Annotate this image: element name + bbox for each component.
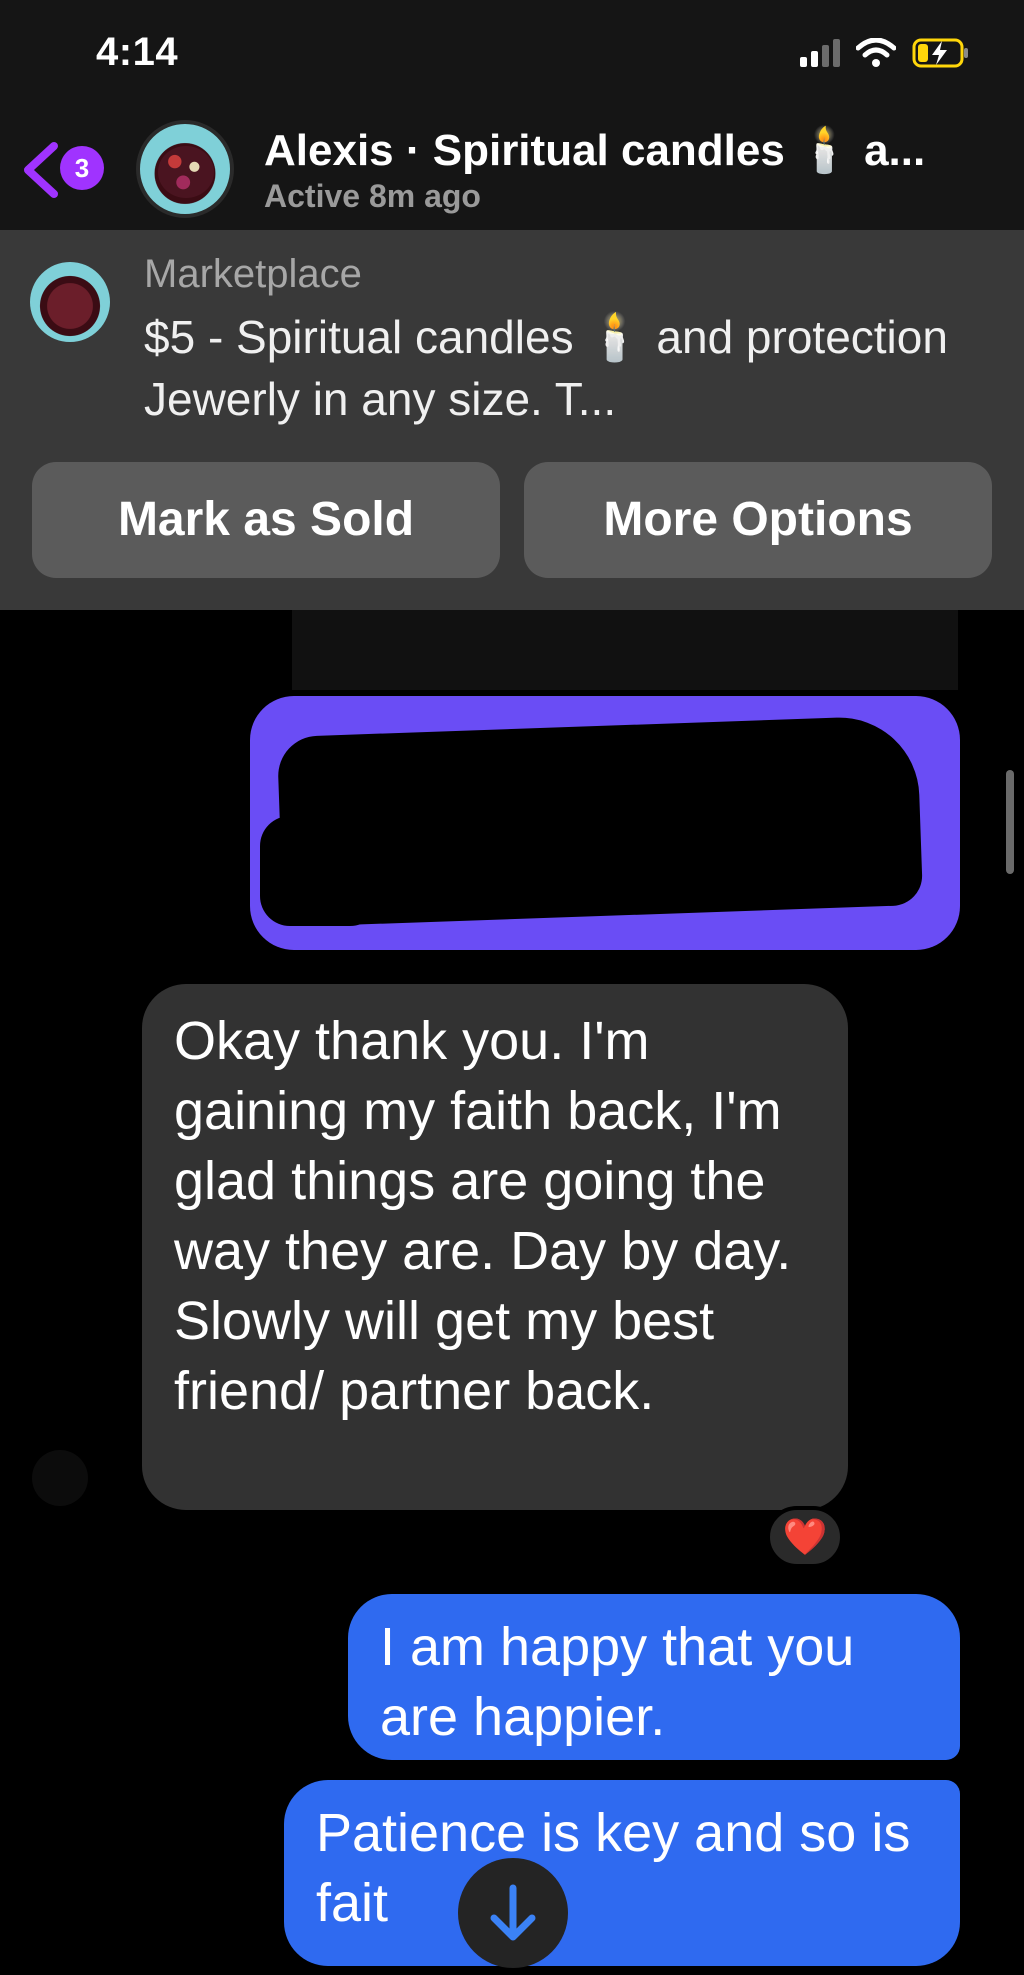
scroll-to-bottom-button[interactable] xyxy=(458,1858,568,1968)
redacted-message xyxy=(292,610,958,690)
heart-reaction-icon[interactable]: ❤️ xyxy=(766,1506,844,1568)
redacted-outgoing-message xyxy=(250,696,960,950)
mark-as-sold-button[interactable]: Mark as Sold xyxy=(32,462,500,578)
chevron-left-icon xyxy=(24,142,58,198)
contact-avatar[interactable] xyxy=(136,120,234,218)
sender-avatar xyxy=(32,1450,88,1506)
message-text: Patience is key and so is fait xyxy=(316,1803,911,1933)
more-options-button[interactable]: More Options xyxy=(524,462,992,578)
listing-avatar xyxy=(30,262,110,342)
status-time: 4:14 xyxy=(96,30,179,74)
unread-count-badge: 3 xyxy=(60,146,104,190)
marketplace-label: Marketplace xyxy=(144,252,362,296)
arrow-down-icon xyxy=(490,1884,536,1941)
battery-charging-icon xyxy=(912,38,968,68)
wifi-icon xyxy=(856,38,896,67)
message-list[interactable]: Okay thank you. I'm gaining my faith bac… xyxy=(0,610,1024,1975)
incoming-message[interactable]: Okay thank you. I'm gaining my faith bac… xyxy=(142,984,848,1510)
signal-icon xyxy=(800,39,840,67)
scrollbar[interactable] xyxy=(1006,770,1014,874)
contact-name[interactable]: Alexis · Spiritual candles 🕯️ a... xyxy=(264,124,1004,176)
contact-status: Active 8m ago xyxy=(264,178,481,214)
marketplace-banner: Marketplace $5 - Spiritual candles 🕯️ an… xyxy=(0,230,1024,610)
chat-header: 3 Alexis · Spiritual candles 🕯️ a... Act… xyxy=(0,110,1024,230)
status-bar: 4:14 xyxy=(0,0,1024,110)
outgoing-message[interactable]: Patience is key and so is fait xyxy=(284,1780,960,1966)
outgoing-message[interactable]: I am happy that you are happier. xyxy=(348,1594,960,1760)
status-icons xyxy=(800,38,970,68)
message-text: I am happy that you are happier. xyxy=(380,1617,855,1747)
listing-title[interactable]: $5 - Spiritual candles 🕯️ and protection… xyxy=(144,306,984,430)
redaction-scribble xyxy=(260,816,380,926)
message-text: Okay thank you. I'm gaining my faith bac… xyxy=(174,1011,792,1421)
